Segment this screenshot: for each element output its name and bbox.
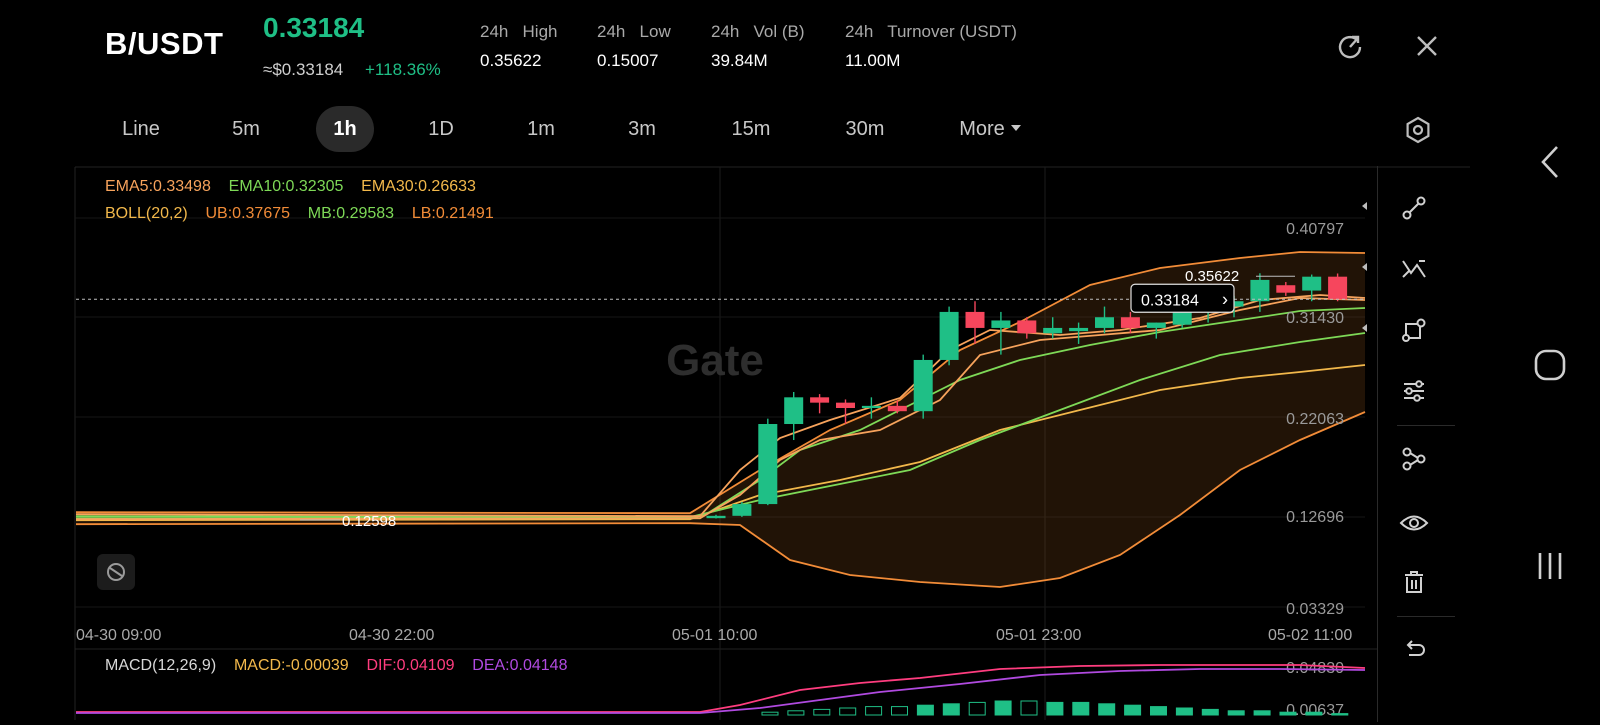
time-axis-label: 05-01 23:00 [996,627,1082,644]
macd-bar [1175,707,1193,716]
macd-bar [891,706,908,716]
macd-bar [865,706,883,716]
macd-bar [1046,701,1064,716]
macd-value: MACD:-0.00039 [233,657,349,674]
candle-body [887,405,907,412]
fib-line-tool-icon[interactable] [1392,247,1436,291]
macd-bar [1201,708,1219,716]
candle-body [991,320,1011,328]
macd-bar [813,708,831,716]
dif-value: DIF:0.04109 [366,657,455,674]
candle-body [784,397,804,425]
macd-bar [1124,704,1142,716]
macd-bar [1227,710,1245,716]
candle-body [965,311,985,328]
ema5-value: EMA5:0.33498 [105,178,211,195]
price-axis-label: 0.03329 [1286,601,1344,618]
macd-bar [968,701,986,716]
trend-line-tool-icon[interactable] [1392,186,1436,230]
time-axis-label: 04-30 22:00 [349,627,435,644]
candle-body [913,359,933,412]
expand-arrow-icon [1362,263,1367,271]
ema10-value: EMA10:0.32305 [228,178,344,195]
trash-icon[interactable] [1392,560,1436,604]
macd-bar [761,711,779,716]
time-axis-label: 04-30 09:00 [76,627,162,644]
low-price-label: 0.12598 [342,513,396,530]
candle-body [1043,327,1063,334]
watermark: Gate [666,336,764,385]
macd-bar [994,700,1012,716]
macd-axis-label: 0.00637 [1286,702,1344,719]
candle-body [1017,320,1037,334]
macd-label: MACD(12,26,9) [105,657,217,674]
candle-body [939,311,959,360]
eye-icon[interactable] [1392,501,1436,545]
macd-bar [1305,711,1323,716]
chart-area: Gate 0.33184 › 0.35622 0.12598 0.40797 0.31430… [0,0,1600,720]
boll-label: BOLL(20,2) [105,205,188,222]
macd-bar [1098,703,1116,716]
boll-ub: UB:0.37675 [205,205,291,222]
candle-body [861,405,881,408]
time-axis-label: 05-01 10:00 [672,627,758,644]
candle-body [706,515,726,519]
price-axis-label: 0.31430 [1286,310,1344,327]
boll-lb: LB:0.21491 [411,205,494,222]
macd-bar [1331,713,1349,716]
price-axis-label: 0.22063 [1286,411,1344,428]
toolbar-divider [1377,166,1378,722]
candle-body [758,424,778,505]
candle-body [810,397,830,403]
macd-bar [1020,700,1038,716]
toolbar-separator [1397,616,1455,617]
candle-body [1146,322,1166,328]
macd-legend: MACD(12,26,9) MACD:-0.00039 DIF:0.04109 … [105,657,567,675]
chevron-right-icon: › [1222,289,1228,309]
ema-legend: EMA5:0.33498 EMA10:0.32305 EMA30:0.26633 [105,178,476,196]
toolbar-separator [1397,425,1455,426]
price-chart[interactable]: Gate 0.33184 › 0.35622 0.12598 0.40797 0.31430… [0,0,1600,720]
candle-body [836,402,855,408]
home-nav-icon[interactable] [1510,325,1590,405]
macd-bar [839,707,857,716]
price-axis-label: 0.12696 [1286,509,1344,526]
macd-bar [1150,706,1167,716]
candle-body [1172,311,1192,325]
undo-icon[interactable] [1392,628,1436,672]
candle-body [1120,317,1140,328]
time-axis-label: 05-02 11:00 [1268,627,1352,644]
dea-value: DEA:0.04148 [472,657,568,674]
price-axis-label: 0.40797 [1286,221,1344,238]
boll-legend: BOLL(20,2) UB:0.37675 MB:0.29583 LB:0.21… [105,205,494,223]
candle-body [1069,327,1089,332]
candle-body [1302,276,1322,291]
candle-body [1250,279,1270,302]
sliders-tool-icon[interactable] [1392,369,1436,413]
expand-arrow-icon [1362,324,1367,332]
current-price-label: 0.33184 [1141,292,1199,309]
trading-screen: B/USDT 0.33184 ≈$0.33184 +118.36% 24h Hi… [0,0,1600,722]
macd-bar [787,710,805,716]
macd-bar [1253,710,1271,716]
macd-bar [1072,701,1090,716]
linked-points-tool-icon[interactable] [1392,437,1436,481]
high-price-label: 0.35622 [1185,268,1239,285]
recents-nav-icon[interactable] [1510,526,1590,606]
boll-mb: MB:0.29583 [307,205,395,222]
candle-body [732,504,752,516]
candle-body [1276,285,1296,293]
macd-bar [1279,711,1297,716]
ema30-value: EMA30:0.26633 [361,178,476,195]
candle-body [1095,317,1114,328]
back-nav-icon[interactable] [1510,122,1590,202]
shape-tool-icon[interactable] [1392,308,1436,352]
expand-arrow-icon [1362,202,1367,210]
candle-body [1328,276,1348,300]
macd-bar [916,704,934,716]
macd-bar [942,703,960,716]
